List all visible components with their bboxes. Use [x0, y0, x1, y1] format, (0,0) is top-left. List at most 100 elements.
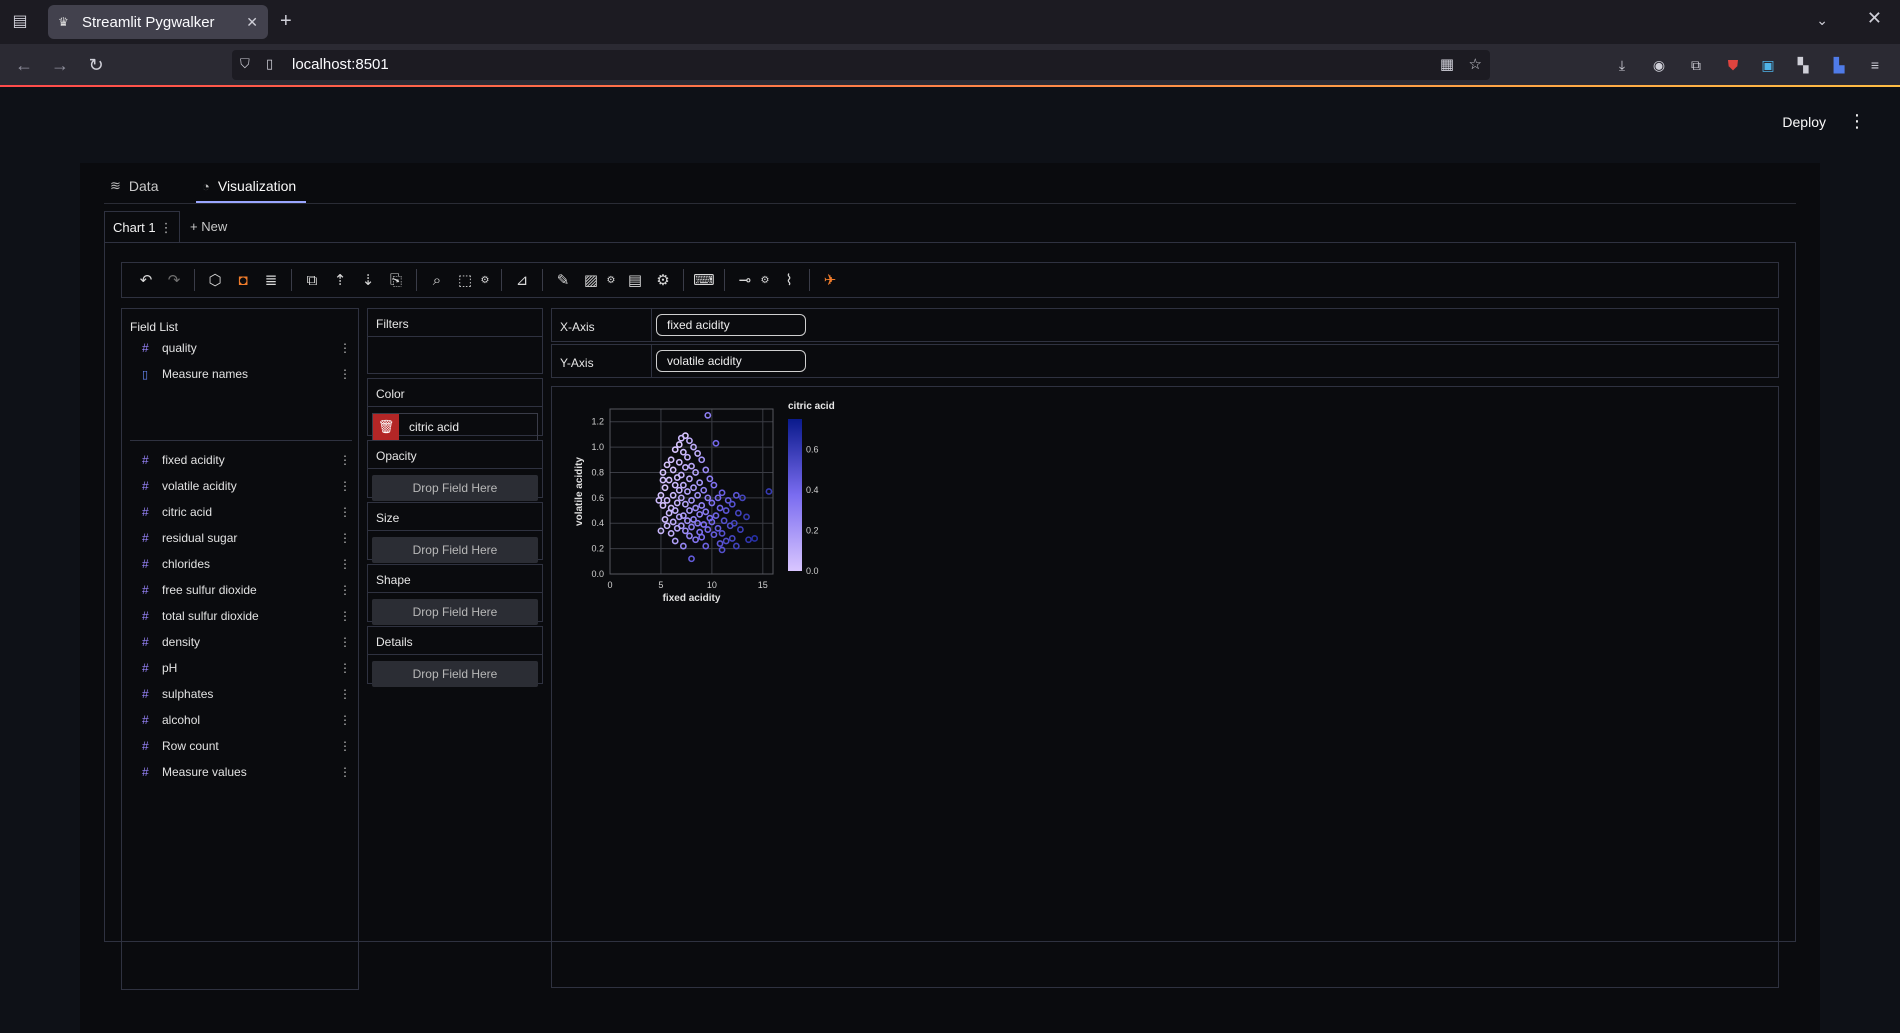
- chevron-down-icon[interactable]: ⌄: [1816, 12, 1828, 29]
- field-menu-icon[interactable]: ⋮: [338, 713, 352, 727]
- save-extension-icon[interactable]: ▣: [1757, 54, 1779, 76]
- shield-icon[interactable]: ⛉: [240, 56, 250, 72]
- field-item[interactable]: # residual sugar ⋮: [130, 527, 352, 549]
- field-menu-icon[interactable]: ⋮: [338, 531, 352, 545]
- table-icon[interactable]: ▤: [621, 266, 649, 294]
- chart-tab[interactable]: Chart 1 ⋮: [104, 211, 180, 243]
- chart-tab-menu-icon[interactable]: ⋮: [160, 220, 173, 236]
- reload-icon[interactable]: ↻: [84, 53, 108, 77]
- bitwarden-icon[interactable]: ▙: [1828, 54, 1850, 76]
- resize-icon[interactable]: ⬚: [451, 266, 479, 294]
- hamburger-menu-icon[interactable]: ≡: [1864, 54, 1886, 76]
- layers-icon[interactable]: ≣: [257, 266, 285, 294]
- commit-icon[interactable]: ⊸: [731, 266, 759, 294]
- forward-icon[interactable]: →: [48, 53, 72, 77]
- scatter-chart[interactable]: 0 5 10 15 0.0 0.2 0.4 0.6 0.8 1.0 1.2 fixed acidity…: [560, 393, 890, 653]
- field-item[interactable]: # density ⋮: [130, 631, 352, 653]
- tab-list-icon[interactable]: ▤: [8, 10, 32, 34]
- details-drop-zone[interactable]: Drop Field Here: [372, 661, 538, 687]
- image-export-icon[interactable]: ▨: [577, 266, 605, 294]
- size-drop-zone[interactable]: Drop Field Here: [372, 537, 538, 563]
- field-menu-icon[interactable]: ⋮: [338, 765, 352, 779]
- tab-data[interactable]: ≋ Data: [110, 178, 158, 194]
- field-item[interactable]: # fixed acidity ⋮: [130, 449, 352, 471]
- trash-icon[interactable]: 🗑: [373, 414, 399, 440]
- x-tick-label: 5: [658, 580, 663, 590]
- cube-icon[interactable]: ⬡: [201, 266, 229, 294]
- field-item[interactable]: # alcohol ⋮: [130, 709, 352, 731]
- browser-tab[interactable]: ♛ Streamlit Pygwalker ✕: [48, 5, 268, 39]
- extension-h-icon[interactable]: ◉: [1648, 54, 1670, 76]
- settings-icon[interactable]: ⚙: [649, 266, 677, 294]
- grid-extension-icon[interactable]: ▚: [1792, 54, 1814, 76]
- ublock-icon[interactable]: ⛊: [1722, 54, 1744, 76]
- window-close-icon[interactable]: ✕: [1867, 8, 1882, 29]
- undo-icon[interactable]: ↶: [132, 266, 160, 294]
- field-item[interactable]: # Measure values ⋮: [130, 761, 352, 783]
- field-item[interactable]: # free sulfur dioxide ⋮: [130, 579, 352, 601]
- field-menu-icon[interactable]: ⋮: [338, 479, 352, 493]
- color-title: Color: [368, 379, 542, 407]
- url-bar[interactable]: ⛉ ▯ localhost:8501 ▦ ☆: [232, 50, 1490, 80]
- close-tab-icon[interactable]: ✕: [246, 14, 258, 31]
- field-item-quality[interactable]: # quality ⋮: [130, 337, 352, 359]
- y-tick-label: 0.8: [591, 467, 604, 477]
- toolbar-divider: [416, 269, 417, 291]
- y-axis-title: volatile acidity: [574, 457, 585, 526]
- field-item-measure-names[interactable]: ▯ Measure names ⋮: [130, 363, 352, 385]
- code-export-icon[interactable]: ⌨: [690, 266, 718, 294]
- tab-visualization[interactable]: ◔ Visualization: [202, 178, 296, 194]
- commit-settings-icon[interactable]: ⚙: [759, 275, 771, 286]
- page-icon[interactable]: ▯: [266, 56, 273, 72]
- field-menu-icon[interactable]: ⋮: [338, 635, 352, 649]
- image-export-settings-icon[interactable]: ⚙: [605, 275, 617, 286]
- new-chart-button[interactable]: + New: [190, 219, 227, 234]
- sort-ascending-icon[interactable]: ⇡: [326, 266, 354, 294]
- main-menu-icon[interactable]: ⋮: [1848, 111, 1866, 132]
- field-item[interactable]: # total sulfur dioxide ⋮: [130, 605, 352, 627]
- brush-tool-icon[interactable]: ✎: [549, 266, 577, 294]
- zoom-icon[interactable]: ⌕: [423, 266, 451, 294]
- url-text[interactable]: localhost:8501: [292, 56, 389, 73]
- field-menu-icon[interactable]: ⋮: [338, 583, 352, 597]
- qr-code-icon[interactable]: ▦: [1440, 55, 1454, 73]
- opacity-drop-zone[interactable]: Drop Field Here: [372, 475, 538, 501]
- field-item[interactable]: # citric acid ⋮: [130, 501, 352, 523]
- sort-descending-icon[interactable]: ⇣: [354, 266, 382, 294]
- new-tab-icon[interactable]: +: [280, 10, 292, 33]
- field-item[interactable]: # volatile acidity ⋮: [130, 475, 352, 497]
- x-axis-field-pill[interactable]: fixed acidity: [656, 314, 806, 336]
- color-field-pill[interactable]: 🗑 citric acid: [372, 413, 538, 441]
- field-item[interactable]: # chlorides ⋮: [130, 553, 352, 575]
- download-icon[interactable]: ⤓: [1611, 54, 1633, 76]
- field-menu-icon[interactable]: ⋮: [338, 367, 352, 381]
- shape-drop-zone[interactable]: Drop Field Here: [372, 599, 538, 625]
- redo-icon[interactable]: ↷: [160, 266, 188, 294]
- streamlit-app: Deploy ⋮ ≋ Data ◔ Visualization Chart 1 …: [0, 87, 1900, 1033]
- field-item[interactable]: # pH ⋮: [130, 657, 352, 679]
- field-menu-icon[interactable]: ⋮: [338, 661, 352, 675]
- field-menu-icon[interactable]: ⋮: [338, 505, 352, 519]
- details-title: Details: [368, 627, 542, 655]
- transpose-icon[interactable]: ⧉: [298, 266, 326, 294]
- y-axis-field-pill[interactable]: volatile acidity: [656, 350, 806, 372]
- field-menu-icon[interactable]: ⋮: [338, 341, 352, 355]
- field-item[interactable]: # sulphates ⋮: [130, 683, 352, 705]
- scatter-point: [673, 499, 681, 507]
- field-item[interactable]: # Row count ⋮: [130, 735, 352, 757]
- export-file-icon[interactable]: ⎘: [382, 266, 410, 294]
- deploy-button[interactable]: Deploy: [1782, 114, 1826, 130]
- paint-brush-icon[interactable]: ⌇: [775, 266, 803, 294]
- axis-icon[interactable]: ⊿: [508, 266, 536, 294]
- field-menu-icon[interactable]: ⋮: [338, 609, 352, 623]
- field-menu-icon[interactable]: ⋮: [338, 739, 352, 753]
- resize-settings-icon[interactable]: ⚙: [479, 275, 491, 286]
- field-menu-icon[interactable]: ⋮: [338, 453, 352, 467]
- bookmark-star-icon[interactable]: ☆: [1469, 55, 1482, 73]
- mark-type-icon[interactable]: ◘: [229, 266, 257, 294]
- field-menu-icon[interactable]: ⋮: [338, 687, 352, 701]
- field-menu-icon[interactable]: ⋮: [338, 557, 352, 571]
- extensions-puzzle-icon[interactable]: ⧉: [1685, 54, 1707, 76]
- kanaries-logo-icon[interactable]: ✈: [816, 266, 844, 294]
- back-icon[interactable]: ←: [12, 53, 36, 77]
